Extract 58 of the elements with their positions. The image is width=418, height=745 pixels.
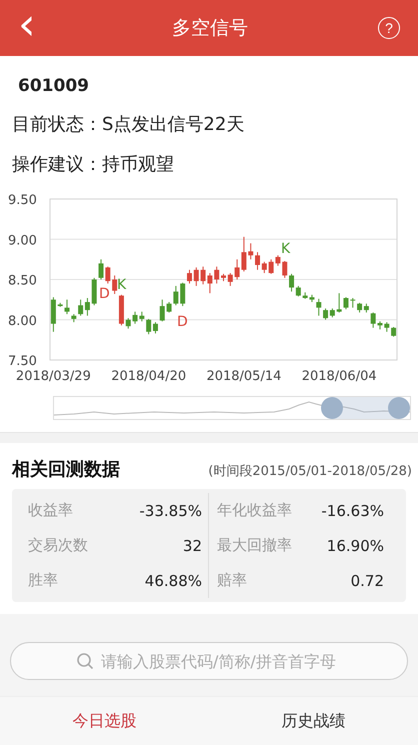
stat-label: 交易次数 (28, 536, 88, 555)
axis-label: 2018/03/29 (16, 369, 91, 384)
signal-label: D (99, 286, 110, 302)
candlestick (58, 302, 63, 308)
axis-label: 7.50 (8, 354, 37, 369)
stat-label: 胜率 (28, 571, 58, 590)
stat-label: 赔率 (217, 571, 247, 590)
candlestick (214, 266, 220, 284)
tab[interactable]: 今日选股 (0, 697, 209, 745)
stock-code: 601009 (18, 76, 90, 96)
slider-handle[interactable] (388, 397, 410, 419)
candlestick (160, 299, 165, 322)
tab[interactable]: 历史战绩 (209, 697, 418, 745)
search-field[interactable]: 请输入股票代码/简称/拼音首字母 (10, 642, 408, 680)
stat-value: 46.88% (144, 572, 202, 590)
slider-handle[interactable] (320, 397, 343, 419)
signal-label: K (281, 241, 290, 257)
stat-value: -16.63% (321, 502, 384, 520)
candlestick (370, 312, 376, 328)
candlestick (282, 260, 288, 278)
candlestick (64, 299, 70, 315)
period-text: (时间段2015/05/01-2018/05/28) (208, 463, 412, 480)
candlestick (194, 266, 199, 286)
signal-label: K (117, 277, 126, 293)
advice-text: 操作建议：持币观望 (12, 153, 175, 176)
axis-label: 8.00 (8, 314, 37, 329)
stat-value: 16.90% (326, 536, 384, 554)
stat-value: -33.85% (139, 502, 202, 520)
axis-label: 2018/06/04 (302, 369, 377, 384)
candlestick (71, 314, 76, 323)
search-icon (76, 652, 94, 670)
axis-label: 2018/05/14 (206, 369, 282, 384)
candlestick (50, 296, 56, 332)
candlestick (350, 298, 356, 308)
candlestick (126, 318, 131, 330)
candlestick (221, 273, 226, 282)
axis-label: 9.50 (8, 193, 37, 208)
help-button[interactable]: ? (378, 17, 400, 39)
stat-value: 32 (182, 536, 202, 554)
stat-label: 年化收益率 (217, 501, 292, 520)
section-title: 相关回测数据 (12, 458, 120, 481)
page-title: 多空信号 (172, 16, 248, 41)
axis-label: 2018/04/20 (111, 369, 186, 384)
candlestick (228, 272, 233, 286)
candlestick (391, 326, 396, 338)
candlestick (92, 277, 97, 306)
back-button[interactable]: ‹ (12, 5, 42, 45)
status-text: 目前状态：S点发出信号22天 (12, 113, 246, 136)
candlestick (378, 320, 382, 330)
stat-value: 0.72 (350, 572, 384, 590)
stat-label: 收益率 (28, 501, 73, 520)
candlestick (384, 322, 390, 332)
axis-label: 9.00 (8, 233, 37, 248)
axis-label: 8.50 (8, 274, 37, 288)
candlestick (316, 298, 322, 316)
stat-label: 最大回撤率 (217, 536, 292, 555)
signal-label: D (177, 314, 188, 330)
candlestick (248, 242, 254, 260)
